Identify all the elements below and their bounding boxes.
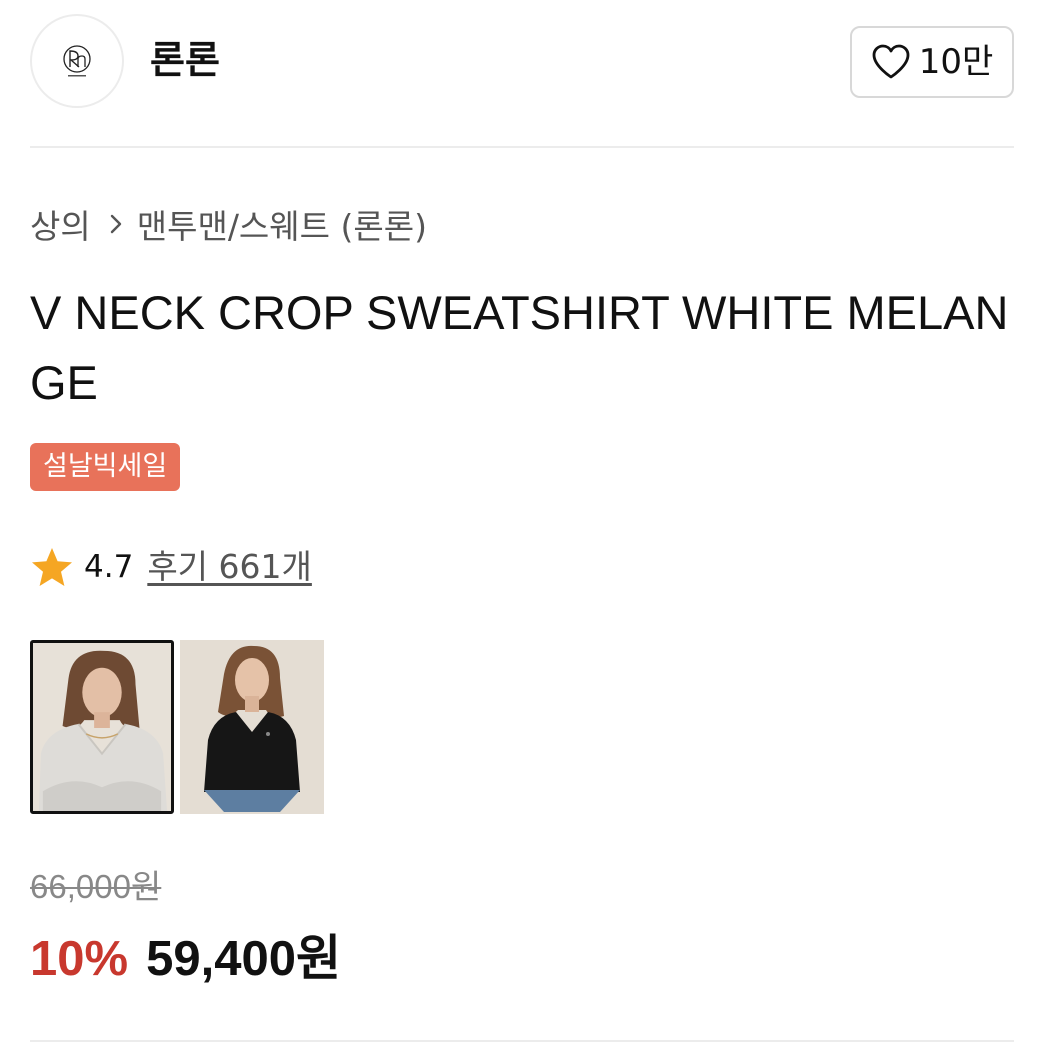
- thumbnail-white-sweatshirt[interactable]: [30, 640, 174, 814]
- store-logo[interactable]: [30, 14, 124, 108]
- breadcrumb-category[interactable]: 상의: [30, 200, 91, 248]
- model-black-sweatshirt-photo: [180, 640, 324, 814]
- heart-icon: [872, 44, 910, 79]
- like-button[interactable]: 10만: [850, 26, 1014, 98]
- ron-monogram-icon: [63, 45, 91, 77]
- price-row: 10% 59,400원: [30, 924, 341, 994]
- store-name[interactable]: 론론: [150, 36, 220, 84]
- thumbnail-black-sweatshirt[interactable]: [180, 640, 324, 814]
- model-white-sweatshirt-photo: [33, 643, 171, 811]
- bottom-divider: [30, 1040, 1014, 1042]
- rating-row: 4.7 후기 661개: [30, 542, 312, 592]
- store-header: 론론 10만: [30, 14, 1014, 110]
- rating-value: 4.7: [84, 549, 134, 585]
- sale-badge: 설날빅세일: [30, 443, 181, 491]
- chevron-right-icon: [109, 213, 123, 235]
- reviews-link[interactable]: 후기 661개: [147, 542, 312, 592]
- breadcrumb: 상의 맨투맨/스웨트 (론론): [30, 200, 427, 248]
- discount-rate: 10%: [30, 932, 129, 986]
- thumbnail-gallery: [30, 640, 324, 814]
- original-price: 66,000원: [30, 868, 162, 905]
- sale-price: 59,400원: [146, 932, 342, 986]
- breadcrumb-subcategory[interactable]: 맨투맨/스웨트 (론론): [137, 200, 427, 248]
- header-divider: [30, 146, 1014, 148]
- product-title: V NECK CROP SWEATSHIRT WHITE MELANGE: [30, 286, 1009, 409]
- star-icon: [32, 548, 72, 586]
- like-count: 10만: [918, 42, 994, 82]
